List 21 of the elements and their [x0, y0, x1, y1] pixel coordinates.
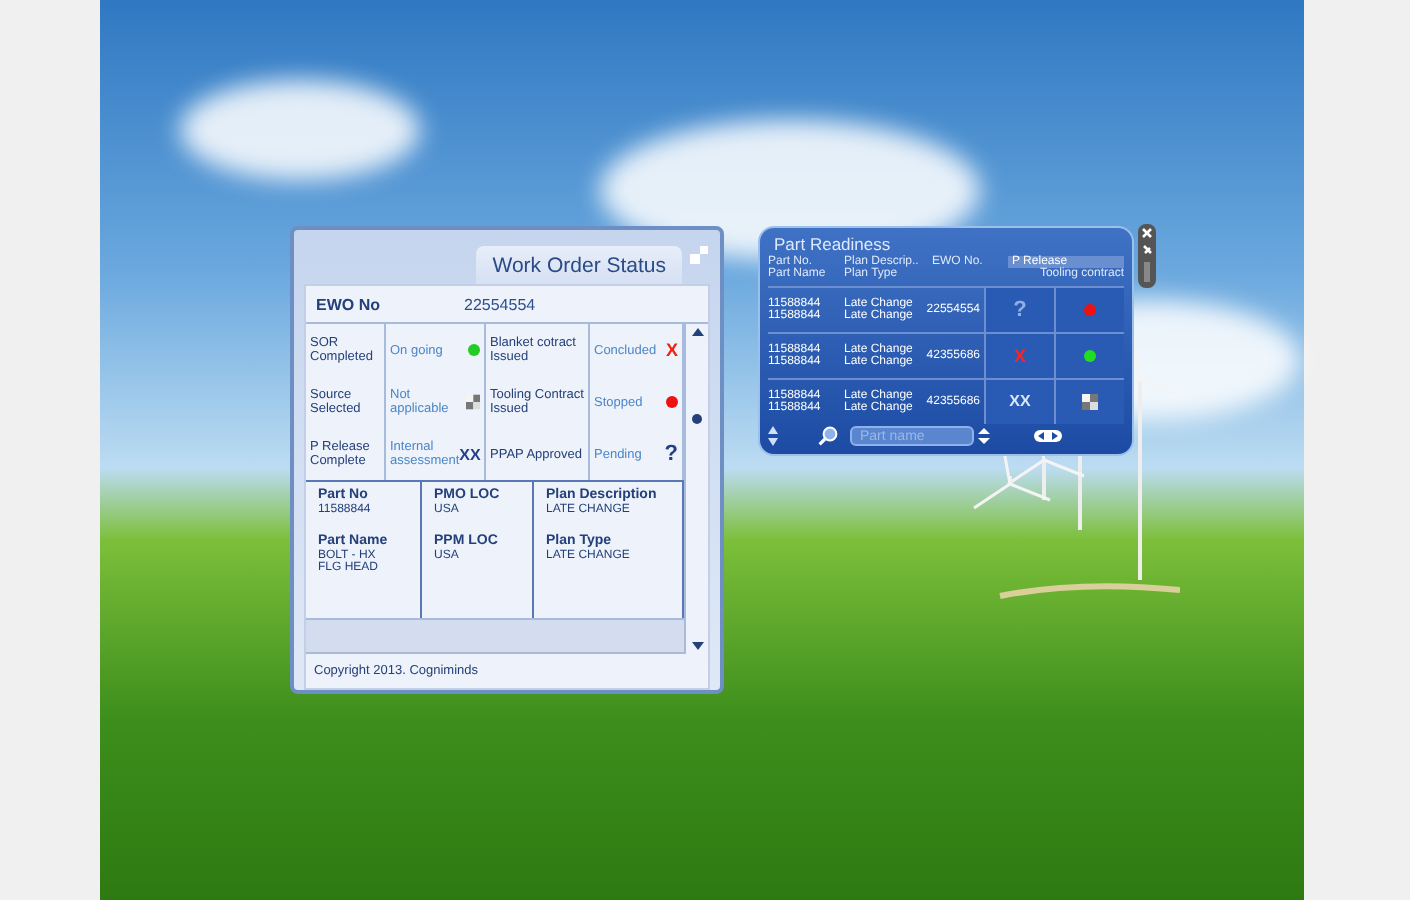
- x-mark: X: [1013, 345, 1026, 366]
- xx-mark: XX: [1009, 392, 1031, 411]
- question-mark: ?: [1013, 297, 1027, 322]
- field-label: EWO No: [316, 295, 380, 313]
- scroll-thumb[interactable]: [692, 414, 702, 424]
- x-mark: X: [665, 340, 678, 360]
- up-down-arrows-icon[interactable]: [768, 426, 778, 447]
- search-icon[interactable]: [818, 426, 838, 447]
- widget-controls-icon[interactable]: [1138, 224, 1156, 288]
- toggle-icon[interactable]: [1034, 430, 1062, 443]
- widget-title: Part Readiness: [772, 232, 893, 255]
- widget-title: Work Order Status: [476, 246, 682, 284]
- checker-icon: [465, 394, 480, 410]
- xx-mark: XX: [459, 445, 481, 463]
- checker-icon: [1082, 393, 1098, 410]
- scrollbar[interactable]: [684, 324, 708, 654]
- spinner-icon[interactable]: [978, 428, 990, 445]
- down-arrow-icon[interactable]: [691, 642, 703, 650]
- question-mark: ?: [664, 442, 678, 466]
- up-arrow-icon[interactable]: [691, 328, 703, 336]
- field-value: 22554554: [464, 295, 536, 313]
